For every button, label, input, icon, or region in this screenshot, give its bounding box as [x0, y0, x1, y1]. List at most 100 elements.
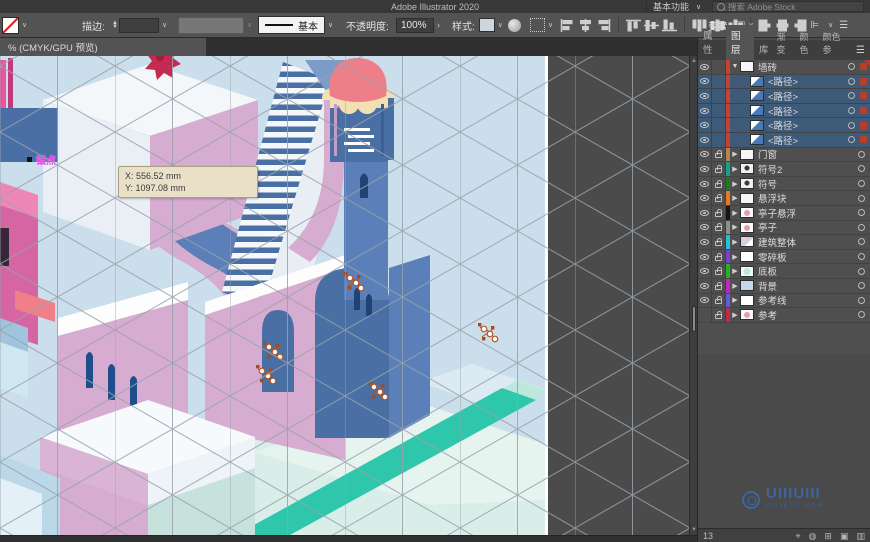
selection-square[interactable] [860, 107, 867, 115]
layer-name[interactable]: 参考 [758, 308, 858, 322]
tab-libraries[interactable]: 库 [754, 39, 774, 60]
target-circle[interactable] [858, 180, 865, 188]
eye-toggle-icon[interactable] [698, 118, 712, 132]
layer-row[interactable]: <路径> [698, 132, 870, 148]
lock-icon[interactable] [712, 147, 726, 162]
layer-name[interactable]: 亭子 [758, 220, 858, 234]
eye-toggle-icon[interactable] [698, 74, 712, 89]
expand-arrow[interactable]: ▶ [730, 253, 740, 261]
layer-row[interactable]: ▶ 底板 [698, 264, 870, 279]
tab-color[interactable]: 颜色 [796, 27, 819, 60]
target-circle[interactable] [858, 238, 865, 246]
lock-icon[interactable] [712, 191, 726, 205]
layer-thumbnail[interactable] [740, 148, 754, 160]
target-circle[interactable] [858, 150, 865, 158]
expand-arrow[interactable]: ▶ [730, 238, 740, 246]
scrollbar-thumb[interactable] [691, 306, 696, 332]
layer-row[interactable]: ▶ 参考线 [698, 293, 870, 309]
eye-toggle-icon[interactable] [698, 60, 712, 74]
layer-thumbnail[interactable] [750, 75, 764, 87]
selection-square[interactable] [860, 121, 867, 129]
expand-arrow[interactable]: ▶ [730, 296, 740, 304]
align-left-icon[interactable] [560, 18, 575, 32]
selection-square[interactable] [860, 77, 867, 85]
distribute-left-icon[interactable] [758, 19, 773, 32]
variable-width-profile-dropdown[interactable] [178, 16, 244, 34]
lock-cell[interactable] [712, 60, 726, 74]
expand-arrow[interactable]: ▶ [730, 194, 740, 202]
artboard-canvas[interactable]: 锚点 X: 556.52 mm Y: 1097.08 mm [0, 56, 689, 535]
adobe-stock-search[interactable]: 搜索 Adobe Stock [712, 1, 864, 12]
layer-name[interactable]: 符号 [758, 177, 858, 191]
layer-row[interactable]: ▶ 符号 [698, 176, 870, 192]
layer-name[interactable]: <路径> [768, 118, 848, 132]
opacity-field[interactable]: 100% [396, 17, 434, 33]
eye-toggle-icon[interactable] [698, 147, 712, 162]
tab-layers[interactable]: 图层 [725, 25, 754, 60]
layer-row[interactable]: <路径> [698, 103, 870, 119]
expand-arrow[interactable]: ▶ [730, 267, 740, 275]
expand-arrow[interactable]: ▶ [730, 223, 740, 231]
target-circle[interactable] [848, 121, 855, 129]
expand-arrow[interactable]: ▶ [730, 209, 740, 217]
target-circle[interactable] [848, 136, 855, 144]
layer-thumbnail[interactable] [740, 251, 754, 263]
lock-icon[interactable] [712, 176, 726, 191]
layer-thumbnail[interactable] [740, 236, 754, 248]
layer-name[interactable]: 零碎板 [758, 250, 858, 264]
tab-properties[interactable]: 属性 [698, 25, 726, 60]
eye-toggle-icon[interactable] [698, 191, 712, 205]
eye-toggle-icon[interactable] [698, 132, 712, 147]
lock-icon[interactable] [712, 293, 726, 308]
target-circle[interactable] [858, 253, 865, 261]
target-circle[interactable] [848, 77, 855, 85]
opacity-more-chevron[interactable]: › [437, 20, 440, 30]
layer-thumbnail[interactable] [740, 207, 754, 219]
layer-name[interactable]: 建筑整体 [758, 235, 858, 249]
layer-thumbnail[interactable] [740, 163, 754, 175]
layer-name[interactable]: <路径> [768, 133, 848, 147]
layer-name[interactable]: 参考线 [758, 293, 858, 307]
layer-name[interactable]: <路径> [768, 89, 848, 103]
layer-name[interactable]: 亭子悬浮 [758, 206, 858, 220]
delete-layer-icon[interactable]: ▥ [856, 531, 865, 542]
target-circle[interactable] [858, 165, 865, 173]
layer-row[interactable]: <路径> [698, 74, 870, 90]
align-right-icon[interactable] [596, 18, 611, 32]
expand-arrow[interactable]: ▶ [730, 282, 740, 290]
target-circle[interactable] [858, 194, 865, 202]
target-circle[interactable] [858, 282, 865, 290]
stroke-width-stepper[interactable]: ▲ ▼ [112, 20, 118, 30]
layer-row[interactable]: ▶ 符号2 [698, 162, 870, 177]
layer-thumbnail[interactable] [740, 265, 754, 277]
new-layer-icon[interactable]: ▣ [840, 531, 849, 542]
layer-row[interactable]: ▶ 零碎板 [698, 249, 870, 265]
expand-arrow[interactable]: ▶ [730, 180, 740, 188]
layer-thumbnail[interactable] [740, 178, 754, 190]
select-similar-icon[interactable] [530, 18, 545, 32]
lock-icon[interactable] [712, 249, 726, 264]
layer-row[interactable]: ▶ 亭子 [698, 220, 870, 236]
eye-toggle-icon[interactable] [698, 249, 712, 264]
layer-name[interactable]: <路径> [768, 74, 848, 88]
lock-icon[interactable] [712, 162, 726, 176]
align-h-center-icon[interactable] [578, 18, 593, 32]
layer-name[interactable]: 底板 [758, 264, 858, 278]
eye-toggle-icon[interactable] [698, 205, 712, 220]
layer-row[interactable]: ▼ 墙砖 [698, 60, 870, 75]
layer-name[interactable]: 墙砖 [758, 60, 848, 74]
lock-icon[interactable] [712, 220, 726, 235]
target-circle[interactable] [848, 63, 855, 71]
brush-definition-dropdown[interactable]: 基本 [258, 16, 325, 34]
layer-thumbnail[interactable] [740, 221, 754, 233]
selection-square[interactable] [860, 92, 867, 100]
lock-cell[interactable] [712, 103, 726, 118]
layer-thumbnail[interactable] [750, 105, 764, 117]
layer-name[interactable]: 符号2 [758, 162, 858, 176]
layer-row[interactable]: ▶ 背景 [698, 278, 870, 294]
target-circle[interactable] [848, 107, 855, 115]
lock-icon[interactable] [712, 264, 726, 278]
lock-icon[interactable] [712, 308, 726, 322]
layer-name[interactable]: 悬浮块 [758, 191, 858, 205]
make-mask-icon[interactable]: ◍ [809, 531, 817, 542]
